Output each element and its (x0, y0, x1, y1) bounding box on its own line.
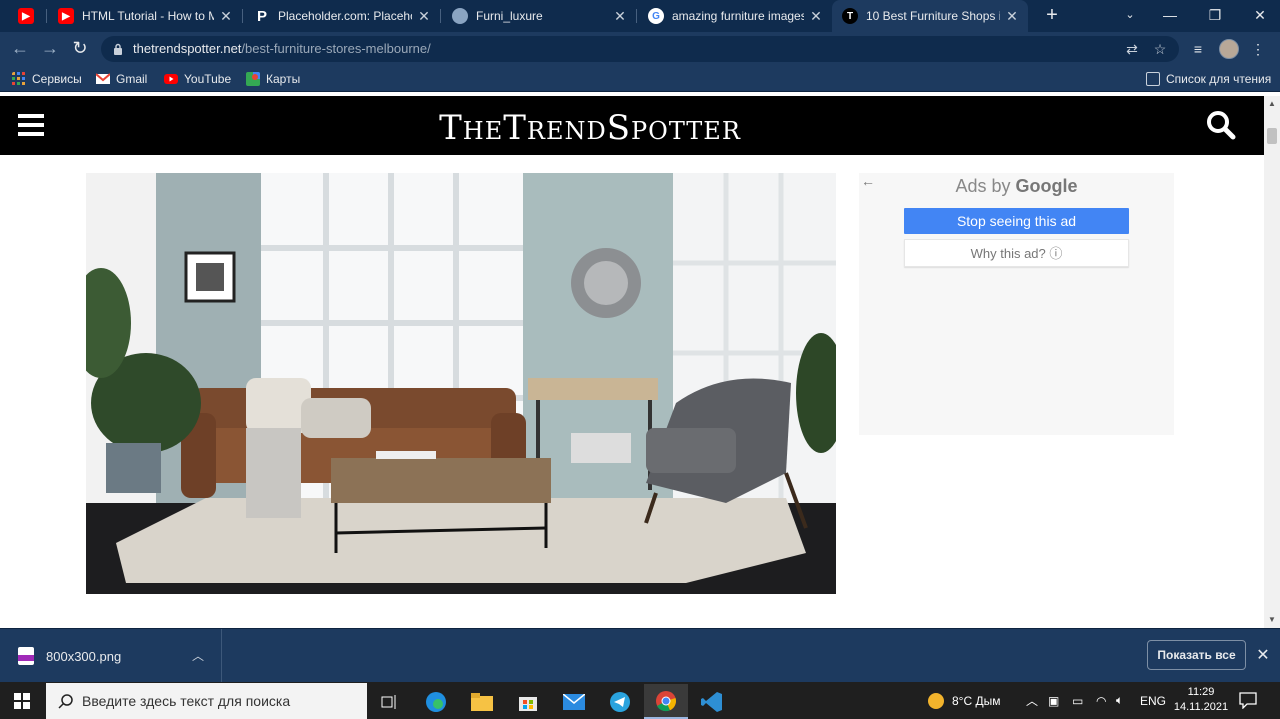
vscode-icon[interactable] (690, 684, 734, 719)
bookmarks-bar: Сервисы Gmail YouTube Карты Список для ч… (0, 66, 1280, 92)
bookmark-star-icon[interactable]: ☆ (1151, 40, 1169, 58)
png-file-icon (18, 647, 34, 665)
bookmark-services[interactable]: Сервисы (12, 70, 82, 88)
site-header: TheTrendSpotter (0, 96, 1264, 155)
back-arrow-icon[interactable]: ← (8, 37, 32, 61)
tab-html-tutorial[interactable]: ▶ HTML Tutorial - How to Ma ✕ (48, 0, 242, 32)
weather-widget[interactable]: 8°C Дым (928, 682, 1000, 719)
download-item[interactable]: 800x300.png ︿ (0, 629, 222, 683)
why-this-ad-button[interactable]: Why this ad? ⓘ (904, 239, 1129, 267)
search-icon (58, 694, 73, 709)
stop-seeing-ad-button[interactable]: Stop seeing this ad (904, 208, 1129, 234)
youtube-icon: ▶ (18, 8, 34, 24)
close-icon[interactable]: ✕ (808, 8, 824, 25)
search-icon[interactable] (1206, 110, 1236, 140)
placeholder-p-icon: P (256, 7, 267, 25)
maps-icon (246, 72, 260, 86)
bookmark-gmail[interactable]: Gmail (96, 70, 147, 88)
show-all-downloads-button[interactable]: Показать все (1147, 640, 1246, 670)
hero-living-room-image (86, 173, 836, 594)
taskbar-clock[interactable]: 11:29 14.11.2021 (1170, 685, 1232, 715)
youtube-icon (164, 74, 178, 84)
battery-icon[interactable]: ▭ (1072, 682, 1083, 719)
tab-furni-luxure[interactable]: Furni_luxure ✕ (442, 0, 636, 32)
notification-center-icon[interactable] (1238, 691, 1258, 709)
close-icon[interactable]: ✕ (1004, 8, 1020, 25)
tab-title: 10 Best Furniture Shops in (866, 9, 1000, 23)
wifi-icon[interactable]: ◠ (1096, 682, 1106, 719)
tab-title: HTML Tutorial - How to Ma (82, 9, 214, 23)
site-logo[interactable]: TheTrendSpotter (0, 108, 1180, 148)
globe-icon (452, 8, 468, 24)
scroll-up-arrow-icon[interactable]: ▲ (1264, 96, 1280, 112)
windows-start-icon[interactable] (0, 682, 44, 719)
telegram-icon[interactable] (598, 684, 642, 719)
restore-button[interactable]: ❐ (1195, 0, 1235, 32)
avatar[interactable] (1219, 39, 1239, 59)
file-explorer-icon[interactable] (460, 684, 504, 719)
chevron-up-icon[interactable]: ︿ (192, 647, 204, 664)
weather-sun-icon (928, 692, 944, 709)
tab-title: Placeholder.com: Placehold (278, 9, 412, 23)
ads-by-google-label: Ads by Google (955, 176, 1078, 196)
task-view-icon[interactable] (368, 684, 412, 719)
lock-icon (114, 43, 122, 55)
tab-google-images[interactable]: G amazing furniture images - ✕ (638, 0, 832, 32)
new-tab-button[interactable]: + (1040, 4, 1064, 28)
close-window-button[interactable]: ✕ (1240, 0, 1280, 32)
media-control-icon[interactable]: ≡ (1186, 37, 1210, 61)
scroll-thumb[interactable] (1267, 128, 1277, 144)
reload-icon[interactable]: ↻ (68, 37, 92, 61)
browser-toolbar: ← → ↻ thetrendspotter.net/best-furniture… (0, 32, 1280, 66)
tab-search-chevron-icon[interactable]: ⌄ (1110, 0, 1150, 32)
url-text: thetrendspotter.net/best-furniture-store… (133, 41, 431, 56)
tab-strip: ▶ ▶ HTML Tutorial - How to Ma ✕ P Placeh… (0, 0, 1280, 32)
page-content: TheTrendSpotter ← Ads by Google Stop see… (0, 96, 1264, 628)
bookmark-maps[interactable]: Карты (246, 70, 300, 88)
page-scrollbar[interactable]: ▲ ▼ (1264, 96, 1280, 628)
close-icon[interactable]: ✕ (218, 8, 234, 25)
tab-youtube-pinned[interactable]: ▶ (8, 0, 46, 32)
close-icon[interactable]: ✕ (416, 8, 432, 25)
scroll-down-arrow-icon[interactable]: ▼ (1264, 612, 1280, 628)
bookmark-youtube[interactable]: YouTube (164, 70, 231, 88)
tab-title: Furni_luxure (476, 9, 543, 23)
taskbar-search-input[interactable]: Введите здесь текст для поиска (46, 683, 367, 719)
translate-icon[interactable]: ⇄ (1123, 40, 1141, 58)
close-icon[interactable]: ✕ (612, 8, 628, 25)
youtube-icon: ▶ (58, 8, 74, 24)
minimize-button[interactable]: — (1150, 0, 1190, 32)
trendspotter-t-icon: T (842, 8, 858, 24)
forward-arrow-icon[interactable]: → (38, 37, 62, 61)
menu-kebab-icon[interactable]: ⋮ (1248, 37, 1268, 61)
reading-list-icon (1146, 72, 1160, 86)
address-bar[interactable]: thetrendspotter.net/best-furniture-store… (101, 36, 1179, 62)
network-share-icon[interactable]: ▣ (1048, 682, 1059, 719)
reading-list[interactable]: Список для чтения (1146, 70, 1271, 88)
close-icon[interactable]: ✕ (1253, 645, 1273, 665)
mail-icon[interactable] (552, 684, 596, 719)
google-icon: G (648, 8, 664, 24)
microsoft-store-icon[interactable] (506, 684, 550, 719)
chrome-icon[interactable] (644, 684, 688, 719)
volume-icon[interactable]: 🔈︎ (1116, 682, 1123, 719)
tab-trendspotter[interactable]: T 10 Best Furniture Shops in ✕ (832, 0, 1028, 32)
download-filename: 800x300.png (46, 649, 122, 664)
gmail-icon (96, 73, 110, 84)
apps-grid-icon (12, 72, 25, 85)
tray-chevron-up-icon[interactable]: ︿ (1026, 682, 1038, 719)
downloads-bar: 800x300.png ︿ Показать все ✕ (0, 628, 1280, 683)
google-ad: ← Ads by Google Stop seeing this ad Why … (859, 173, 1174, 435)
tab-title: amazing furniture images - (672, 9, 804, 23)
language-indicator[interactable]: ENG (1140, 682, 1166, 719)
tab-placeholder[interactable]: P Placeholder.com: Placehold ✕ (244, 0, 440, 32)
windows-taskbar: Введите здесь текст для поиска 8°C Дым ︿… (0, 682, 1280, 719)
edge-icon[interactable] (414, 684, 458, 719)
